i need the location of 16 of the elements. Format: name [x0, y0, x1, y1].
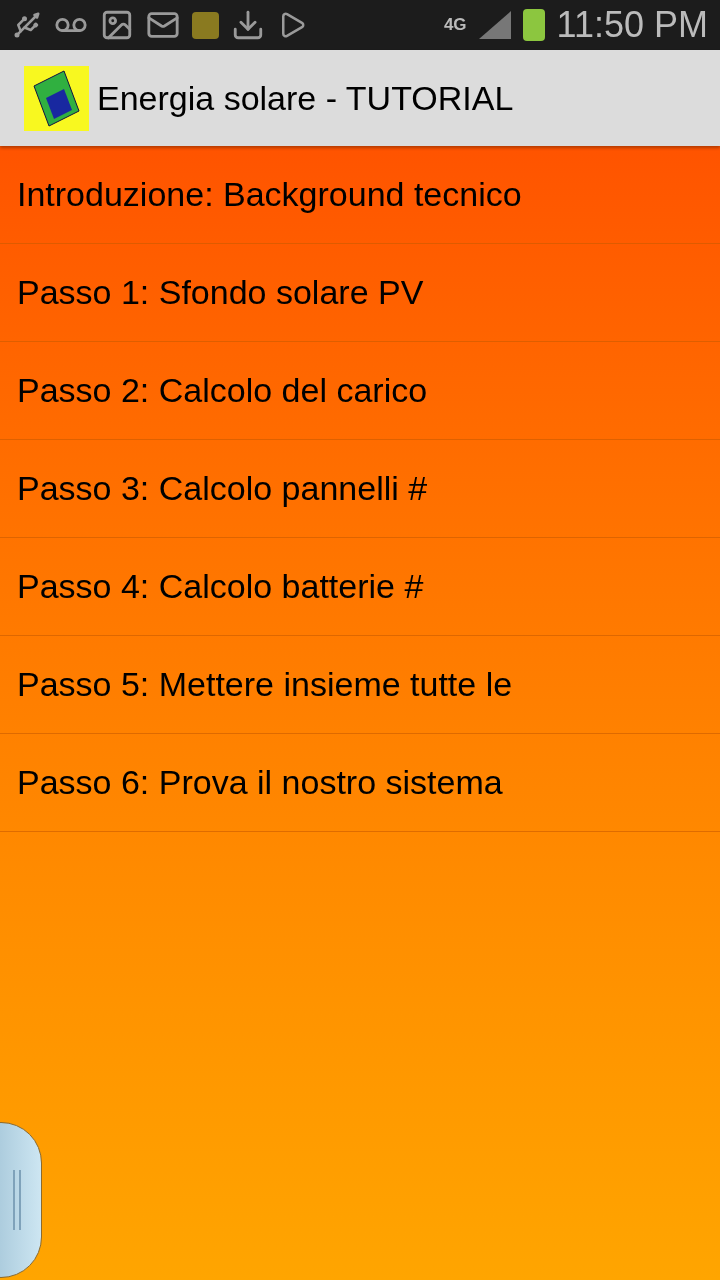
download-icon — [231, 8, 265, 42]
usb-icon — [12, 10, 42, 40]
battery-icon — [522, 9, 545, 41]
image-icon — [100, 8, 134, 42]
app-title: Energia solare - TUTORIAL — [97, 77, 514, 119]
clock: 11:50 PM — [556, 7, 708, 43]
list-item[interactable]: Passo 1: Sfondo solare PV — [0, 244, 720, 342]
list-item[interactable]: Passo 3: Calcolo pannelli # — [0, 440, 720, 538]
list-item[interactable]: Passo 2: Calcolo del carico — [0, 342, 720, 440]
list-item[interactable]: Passo 6: Prova il nostro sistema — [0, 734, 720, 832]
list-item[interactable]: Passo 5: Mettere insieme tutte le — [0, 636, 720, 734]
list-item[interactable]: Introduzione: Background tecnico — [0, 146, 720, 244]
signal-icon — [478, 11, 511, 39]
book-icon — [24, 65, 89, 131]
network-type: 4G — [443, 14, 467, 37]
list-item[interactable]: Passo 4: Calcolo batterie # — [0, 538, 720, 636]
